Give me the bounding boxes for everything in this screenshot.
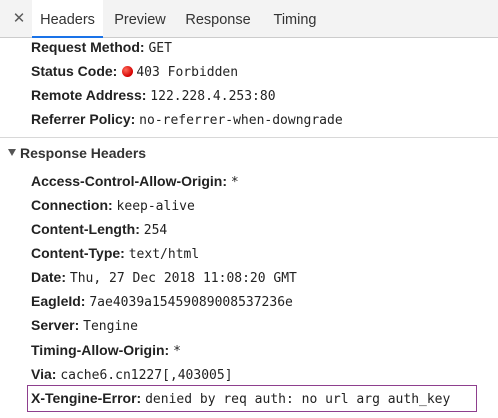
header-value: keep-alive — [116, 199, 195, 214]
response-headers-title: Response Headers — [20, 145, 147, 161]
header-row: Content-Length: 254 — [31, 219, 167, 239]
expand-triangle-icon — [8, 149, 16, 156]
header-value: Tengine — [83, 319, 138, 334]
status-code-key: Status Code: — [31, 63, 118, 79]
header-key: EagleId: — [31, 293, 86, 309]
referrer-policy-row: Referrer Policy: no-referrer-when-downgr… — [31, 109, 343, 129]
header-key: Date: — [31, 269, 67, 285]
header-row: Content-Type: text/html — [31, 243, 199, 263]
header-row: Connection: keep-alive — [31, 195, 195, 215]
referrer-policy-key: Referrer Policy: — [31, 111, 136, 127]
header-key: Content-Type: — [31, 245, 125, 261]
header-row: Timing-Allow-Origin: * — [31, 340, 181, 360]
request-method-key: Request Method: — [31, 39, 145, 55]
response-headers-toggle[interactable]: Response Headers — [8, 143, 146, 163]
status-code-row: Status Code: 403 Forbidden — [31, 61, 238, 81]
header-value: 7ae4039a15459089008537236e — [89, 295, 293, 310]
tab-preview[interactable]: Preview — [108, 0, 172, 37]
header-value: Thu, 27 Dec 2018 11:08:20 GMT — [69, 271, 297, 286]
request-method-value: GET — [148, 41, 172, 56]
header-row: Access-Control-Allow-Origin: * — [31, 171, 239, 191]
header-key: X-Tengine-Error: — [31, 390, 142, 406]
header-key: Content-Length: — [31, 221, 140, 237]
header-key: Server: — [31, 317, 80, 333]
header-row: Server: Tengine — [31, 315, 138, 335]
header-key: Connection: — [31, 197, 113, 213]
header-value: 254 — [143, 223, 168, 238]
header-value: * — [173, 344, 181, 359]
tab-headers[interactable]: Headers — [32, 0, 103, 38]
header-value: text/html — [128, 247, 200, 262]
header-value: cache6.cn1227[,403005] — [60, 368, 233, 383]
section-divider — [0, 137, 498, 138]
header-row: Via: cache6.cn1227[,403005] — [31, 364, 233, 384]
header-row: Date: Thu, 27 Dec 2018 11:08:20 GMT — [31, 267, 297, 287]
remote-address-row: Remote Address: 122.228.4.253:80 — [31, 85, 276, 105]
header-key: Access-Control-Allow-Origin: — [31, 173, 228, 189]
request-method-row: Request Method: GET — [31, 37, 172, 57]
header-value: * — [230, 175, 239, 190]
header-value: denied by req auth: no url arg auth_key — [145, 392, 451, 407]
tab-timing[interactable]: Timing — [264, 0, 326, 37]
close-icon[interactable]: ✕ — [10, 9, 28, 29]
tab-bar: ✕ Headers Preview Response Timing — [0, 0, 498, 38]
header-key: Timing-Allow-Origin: — [31, 342, 170, 358]
remote-address-value: 122.228.4.253:80 — [150, 89, 276, 104]
remote-address-key: Remote Address: — [31, 87, 147, 103]
header-row-highlighted: X-Tengine-Error: denied by req auth: no … — [31, 388, 450, 408]
header-row: EagleId: 7ae4039a15459089008537236e — [31, 291, 293, 311]
status-dot-icon — [122, 66, 134, 77]
header-key: Via: — [31, 366, 57, 382]
tab-response[interactable]: Response — [178, 0, 258, 37]
referrer-policy-value: no-referrer-when-downgrade — [139, 113, 343, 128]
status-code-value: 403 Forbidden — [136, 65, 239, 80]
